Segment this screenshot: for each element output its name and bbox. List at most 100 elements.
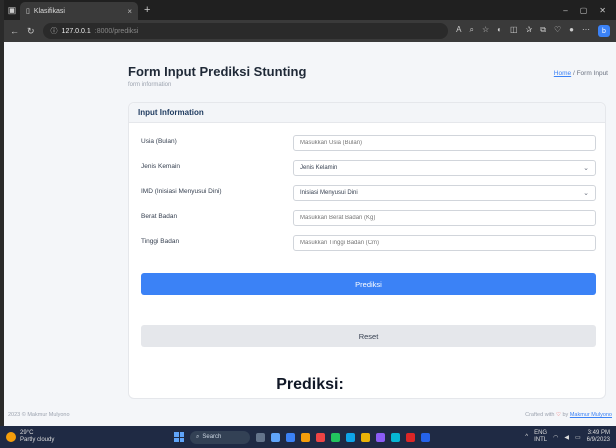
windows-start-icon[interactable] <box>174 432 184 442</box>
page-icon: ▯ <box>26 8 30 15</box>
prediksi-button[interactable]: Prediksi <box>141 273 596 295</box>
widgets-icon[interactable] <box>271 432 280 442</box>
crafted-by: by <box>560 412 570 418</box>
page-subtitle: form information <box>128 82 172 88</box>
tinggi-badan-label: Tinggi Badan <box>141 238 180 245</box>
berat-badan-label: Berat Badan <box>141 213 178 220</box>
vscode-icon[interactable] <box>421 432 430 442</box>
imd-value: Inisiasi Menyusui Dini <box>300 190 358 196</box>
breadcrumb-current: Form Input <box>576 70 608 77</box>
app-icon-7[interactable] <box>406 432 415 442</box>
breadcrumb: Home / Form Input <box>554 70 608 77</box>
app-icon-3[interactable] <box>346 432 355 442</box>
url-path: :8000/prediksi <box>94 27 139 35</box>
form-row-imd: IMD (Inisiasi Menyusui Dini) Inisiasi Me… <box>141 185 596 201</box>
weather-desc: Partly cloudy <box>20 437 55 443</box>
usia-label: Usia (Bulan) <box>141 138 177 145</box>
search-label: Search <box>202 434 222 440</box>
jenis-kelamin-value: Jenis Kelamin <box>300 165 338 171</box>
crafted-prefix: Crafted with <box>525 412 556 418</box>
system-tray: ^ ENG INTL ◠ ◀ ▭ 3:49 PM 6/9/2023 <box>525 430 610 444</box>
app-icon-4[interactable] <box>361 432 370 442</box>
taskbar-apps: ⌕ Search <box>174 430 430 444</box>
search-icon: ⌕ <box>196 433 200 440</box>
browser-essentials-icon[interactable]: ♡ <box>554 25 561 37</box>
clock-date: 6/9/2023 <box>586 437 610 443</box>
page-viewport: Form Input Prediksi Stunting form inform… <box>4 42 616 426</box>
tab-title: Klasifikasi <box>33 7 65 15</box>
task-view-icon[interactable] <box>256 432 265 442</box>
tab-close-icon[interactable]: × <box>127 7 132 16</box>
url-host: 127.0.0.1 <box>61 27 91 35</box>
chevron-down-icon: ⌄ <box>583 165 589 172</box>
page-footer: 2023 © Makmur Mulyono Crafted with ♡ by … <box>4 412 616 418</box>
maximize-button[interactable]: ▢ <box>580 6 588 15</box>
volume-icon[interactable]: ◀ <box>564 434 569 441</box>
wifi-icon[interactable]: ◠ <box>553 434 558 441</box>
url-field[interactable]: ⓘ 127.0.0.1:8000/prediksi <box>42 23 449 39</box>
weather-temp: 29°C <box>20 430 34 436</box>
app-icon-2[interactable] <box>331 432 340 442</box>
window-controls: – ▢ ✕ <box>563 6 616 15</box>
more-icon[interactable]: ⋯ <box>582 25 590 37</box>
prediction-result-title: Prediksi: <box>276 376 344 393</box>
favorites-icon[interactable]: ✰ <box>526 25 533 37</box>
form-row-usia: Usia (Bulan) <box>141 135 596 151</box>
app-icon-6[interactable] <box>391 432 400 442</box>
window-menu-icon[interactable]: ▣ <box>4 0 20 20</box>
battery-icon[interactable]: ▭ <box>575 434 581 441</box>
form-row-jenis-kelamin: Jenis Kemain Jenis Kelamin ⌄ <box>141 160 596 176</box>
edge-icon[interactable] <box>286 432 295 442</box>
input-form-card: Input Information Usia (Bulan) Jenis Kem… <box>128 102 606 399</box>
clock-time: 3:49 PM <box>587 430 610 436</box>
lang-secondary: INTL <box>534 437 548 443</box>
zoom-icon[interactable]: ⌕ <box>470 25 474 37</box>
jenis-kelamin-select[interactable]: Jenis Kelamin ⌄ <box>293 160 596 176</box>
windows-taskbar: 29°C Partly cloudy ⌕ Search ^ ENG INTL ◠… <box>0 426 616 448</box>
berat-badan-input[interactable] <box>293 210 596 226</box>
breadcrumb-home-link[interactable]: Home <box>554 70 571 77</box>
weather-widget[interactable]: 29°C Partly cloudy <box>6 430 166 444</box>
file-explorer-icon[interactable] <box>301 432 310 442</box>
form-row-berat-badan: Berat Badan <box>141 210 596 226</box>
chevron-down-icon: ⌄ <box>583 190 589 197</box>
minimize-button[interactable]: – <box>563 6 567 15</box>
close-window-button[interactable]: ✕ <box>599 6 606 15</box>
author-link[interactable]: Makmur Mulyono <box>570 412 612 418</box>
info-icon: ⓘ <box>50 28 58 35</box>
back-icon[interactable]: ← <box>10 26 19 36</box>
profile-icon[interactable]: ● <box>569 25 574 37</box>
imd-select[interactable]: Inisiasi Menyusui Dini ⌄ <box>293 185 596 201</box>
weather-icon <box>6 432 16 442</box>
page-header: Form Input Prediksi Stunting form inform… <box>128 64 608 88</box>
language-indicator[interactable]: ENG INTL <box>534 430 547 444</box>
refresh-icon[interactable]: ↻ <box>27 26 35 37</box>
imd-label: IMD (Inisiasi Menyusui Dini) <box>141 188 222 195</box>
extensions-icon[interactable]: ◐ <box>497 25 502 37</box>
taskbar-search[interactable]: ⌕ Search <box>190 430 250 444</box>
read-aloud-icon[interactable]: A <box>456 25 461 37</box>
split-screen-icon[interactable]: ◫ <box>510 25 518 37</box>
lang-primary: ENG <box>534 430 548 436</box>
jenis-kelamin-label: Jenis Kemain <box>141 163 181 170</box>
copyright-text: 2023 © Makmur Mulyono <box>8 412 70 418</box>
collections-icon[interactable]: ⧉ <box>540 25 546 37</box>
reset-button[interactable]: Reset <box>141 325 596 347</box>
browser-tab-bar: ▣ ▯ Klasifikasi × + – ▢ ✕ <box>4 0 616 20</box>
new-tab-button[interactable]: + <box>138 4 156 16</box>
clock[interactable]: 3:49 PM 6/9/2023 <box>587 430 610 444</box>
tinggi-badan-input[interactable] <box>293 235 596 251</box>
browser-toolbar: A ⌕ ☆ ◐ ◫ ✰ ⧉ ♡ ● ⋯ b <box>456 25 610 37</box>
favorite-icon[interactable]: ☆ <box>482 25 489 37</box>
crafted-text: Crafted with ♡ by Makmur Mulyono <box>525 412 612 418</box>
app-icon-5[interactable] <box>376 432 385 442</box>
chevron-up-icon[interactable]: ^ <box>525 434 528 440</box>
address-bar: ← ↻ ⓘ 127.0.0.1:8000/prediksi A ⌕ ☆ ◐ ◫ … <box>4 20 616 42</box>
card-header: Input Information <box>129 103 605 123</box>
form-row-tinggi-badan: Tinggi Badan <box>141 235 596 251</box>
app-icon-1[interactable] <box>316 432 325 442</box>
usia-input[interactable] <box>293 135 596 151</box>
bing-icon[interactable]: b <box>598 25 610 37</box>
browser-tab[interactable]: ▯ Klasifikasi × <box>20 2 138 20</box>
page-title: Form Input Prediksi Stunting <box>128 64 307 79</box>
